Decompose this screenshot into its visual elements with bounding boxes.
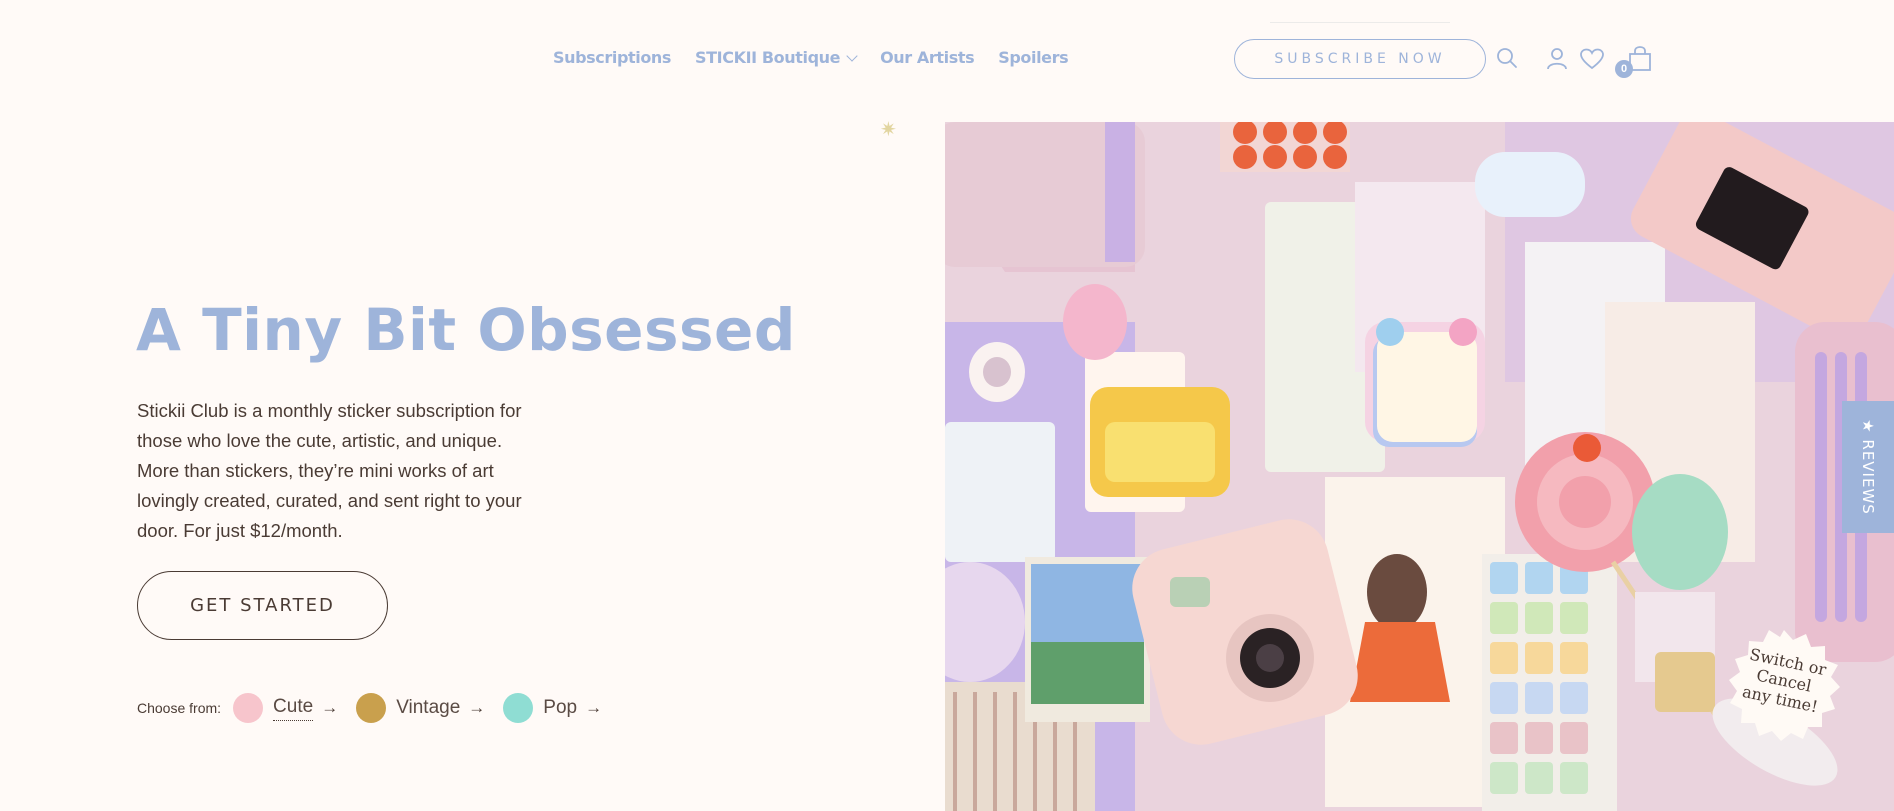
style-option-vintage[interactable]: Vintage →: [356, 693, 485, 723]
search-icon[interactable]: [1496, 47, 1518, 69]
choose-label: Choose from:: [137, 700, 222, 716]
hero-description: Stickii Club is a monthly sticker subscr…: [137, 400, 522, 541]
get-started-button[interactable]: GET STARTED: [137, 571, 388, 640]
nav-item-boutique[interactable]: STICKII Boutique: [695, 48, 858, 67]
reviews-side-tab[interactable]: ★ REVIEWS: [1842, 401, 1894, 533]
account-icon[interactable]: [1546, 47, 1568, 71]
reviews-tab-label: ★ REVIEWS: [1859, 419, 1878, 515]
sparkle-icon: ✷: [880, 119, 897, 141]
cute-swatch: [233, 693, 264, 723]
switch-cancel-badge: Switch or Cancel any time!: [1727, 628, 1841, 742]
wishlist-heart-icon[interactable]: [1580, 48, 1604, 70]
arrow-right-icon: →: [321, 698, 339, 717]
pop-swatch: [503, 693, 534, 723]
nav-item-our-artists[interactable]: Our Artists: [880, 48, 975, 67]
main-nav: Subscriptions STICKII Boutique Our Artis…: [553, 48, 1069, 67]
arrow-right-icon: →: [468, 698, 486, 717]
vintage-swatch: [356, 693, 387, 723]
nav-item-spoilers[interactable]: Spoilers: [998, 48, 1068, 67]
style-option-cute[interactable]: Cute →: [233, 693, 338, 723]
chevron-down-icon: [846, 49, 858, 62]
style-option-label: Pop: [543, 697, 578, 718]
hero-title: A Tiny Bit Obsessed: [136, 296, 796, 364]
arrow-right-icon: →: [585, 698, 603, 717]
subscribe-now-button[interactable]: SUBSCRIBE NOW: [1234, 39, 1486, 79]
divider: [1270, 22, 1450, 23]
style-chooser: Choose from: Cute → Vintage → Pop →: [137, 693, 620, 723]
style-option-pop[interactable]: Pop →: [503, 693, 602, 723]
style-option-label: Cute: [273, 696, 314, 721]
style-option-label: Vintage: [396, 697, 461, 718]
cart-count-badge: 0: [1615, 60, 1633, 78]
nav-item-subscriptions[interactable]: Subscriptions: [553, 48, 671, 67]
